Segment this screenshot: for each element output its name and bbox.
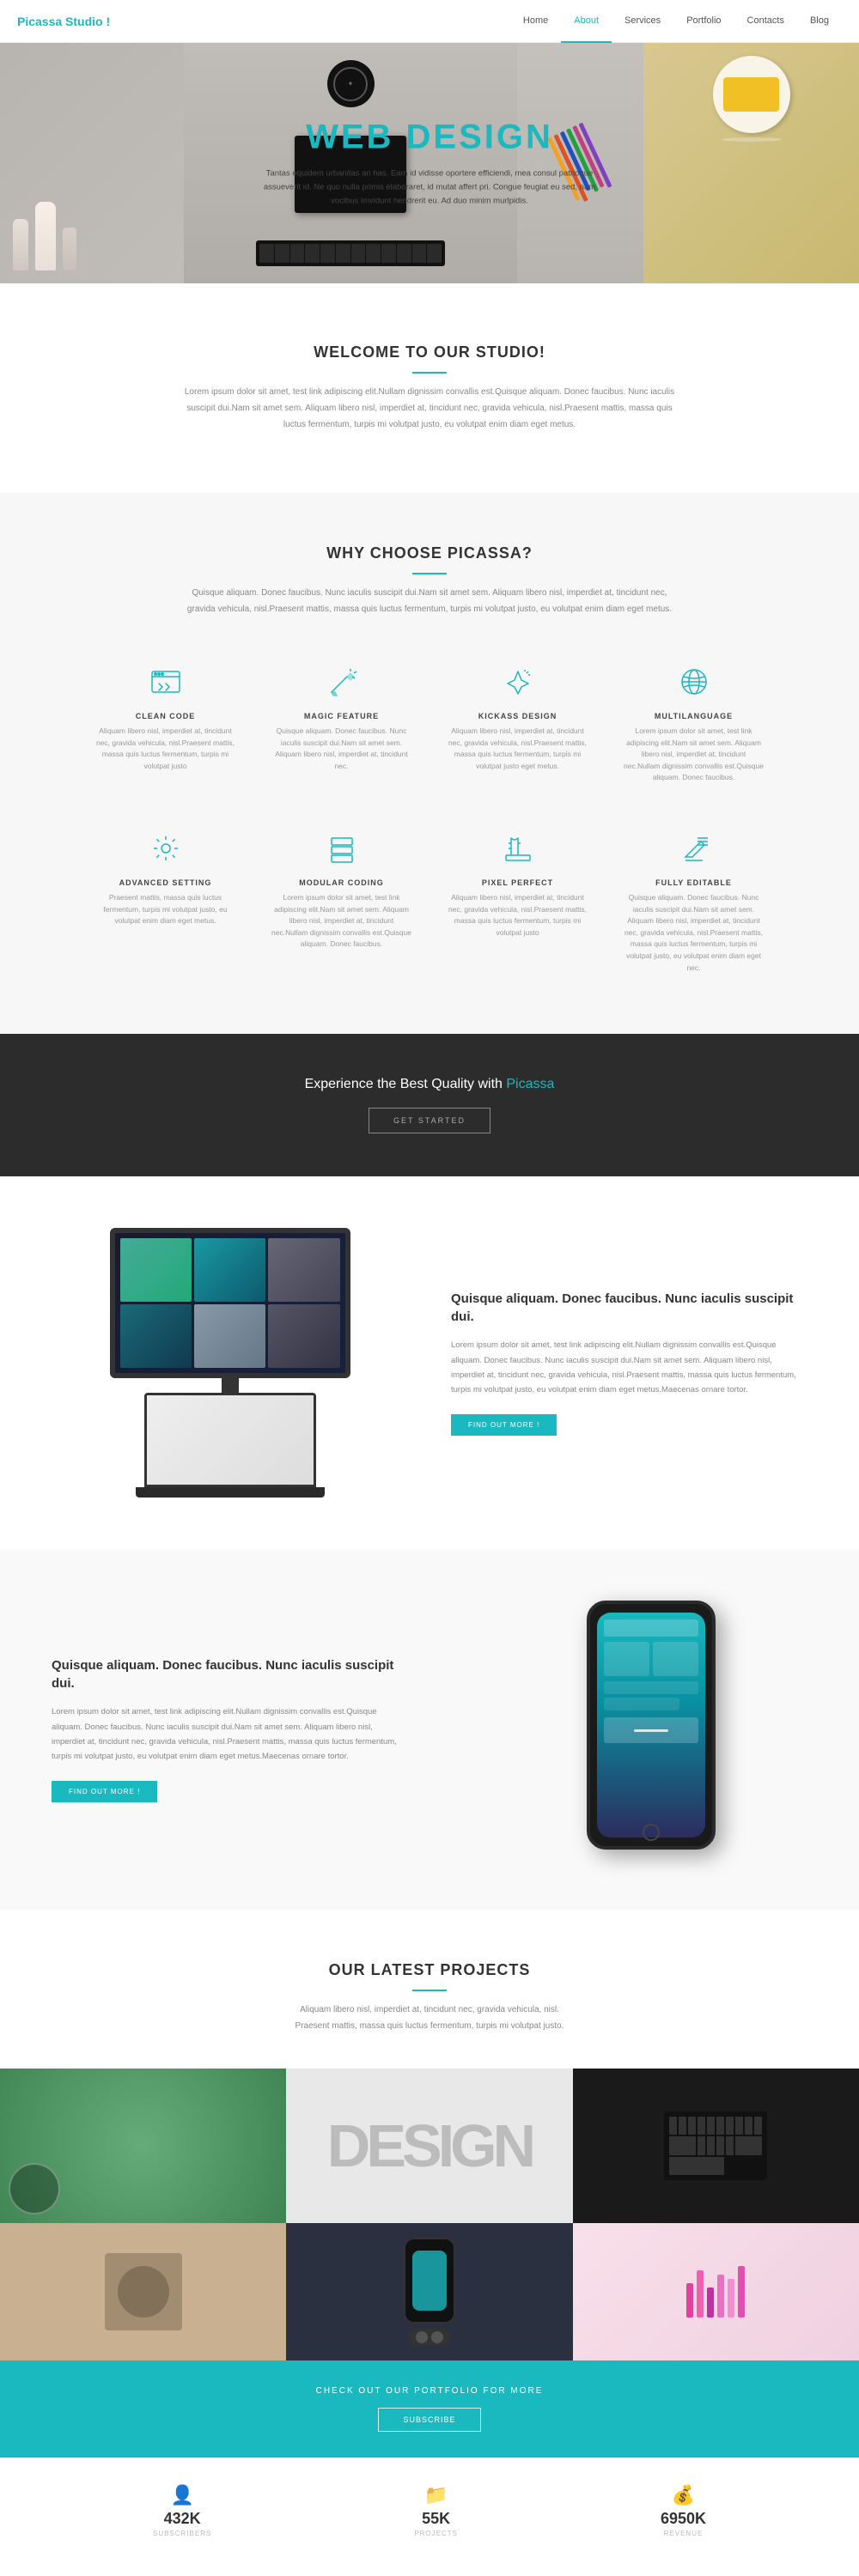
projects-title: OUR LATEST PROJECTS — [86, 1961, 773, 1979]
get-started-button[interactable]: GET STARTED — [369, 1108, 490, 1133]
feature-advanced: ADVANCED SETTING Praesent mattis, massa … — [86, 818, 245, 982]
feature-editable: FULLY EDITABLE Quisque aliquam. Donec fa… — [614, 818, 773, 982]
stat-number-3: 6950K — [661, 2510, 706, 2528]
portfolio-cta-section: CHECK OUT OUR PORTFOLIO FOR MORE SUBSCRI… — [0, 2360, 859, 2458]
stat-item-2: 📁 55K PROJECTS — [414, 2484, 458, 2537]
cta-text: Experience the Best Quality with Picassa — [43, 1077, 816, 1092]
stat-item-1: 👤 432K SUBSCRIBERS — [153, 2484, 211, 2537]
nav-link-home[interactable]: Home — [510, 0, 561, 43]
showcase-title-2: Quisque aliquam. Donec faucibus. Nunc ia… — [52, 1656, 408, 1692]
stat-number-2: 55K — [414, 2510, 458, 2528]
nav-link-blog[interactable]: Blog — [797, 0, 842, 43]
projects-subtitle: Aliquam libero nisl, imperdiet at, tinci… — [86, 2002, 773, 2034]
showcase-image-1 — [52, 1228, 408, 1498]
stat-label-3: REVENUE — [661, 2530, 706, 2537]
showcase-text-1: Lorem ipsum dolor sit amet, test link ad… — [451, 1338, 807, 1396]
hero-desc: Tantas equidem urbanitas an has. Eam id … — [249, 167, 610, 208]
showcase-content-1: Quisque aliquam. Donec faucibus. Nunc ia… — [451, 1290, 807, 1435]
feature-kickass: KICKASS DESIGN Aliquam libero nisl, impe… — [438, 652, 597, 793]
project-item-2[interactable]: DESIGN — [286, 2069, 572, 2223]
feature-multi: MULTILANGUAGE Lorem ipsum dolor sit amet… — [614, 652, 773, 793]
feature-title: KICKASS DESIGN — [447, 712, 588, 720]
find-out-more-1-button[interactable]: FIND OUT MORE ! — [451, 1414, 557, 1436]
feature-desc: Aliquam libero nisl, imperdiet at, tinci… — [94, 726, 236, 772]
nav-link-portfolio[interactable]: Portfolio — [673, 0, 734, 43]
project-item-3[interactable] — [573, 2069, 859, 2223]
feature-desc: Quisque aliquam. Donec faucibus. Nunc ia… — [271, 726, 412, 772]
feature-modular: MODULAR CODING Lorem ipsum dolor sit ame… — [262, 818, 421, 982]
feature-title: CLEAN CODE — [94, 712, 236, 720]
projects-grid: DESIGN — [0, 2069, 859, 2360]
find-out-more-2-button[interactable]: FIND OUT MORE ! — [52, 1781, 157, 1802]
project-item-6[interactable] — [573, 2223, 859, 2360]
why-title: WHY CHOOSE PICASSA? — [86, 544, 773, 562]
stats-section: 👤 432K SUBSCRIBERS 📁 55K PROJECTS 💰 6950… — [0, 2458, 859, 2563]
why-section: WHY CHOOSE PICASSA? Quisque aliquam. Don… — [0, 493, 859, 1034]
portfolio-cta-text: CHECK OUT OUR PORTFOLIO FOR MORE — [26, 2386, 833, 2396]
stat-item-3: 💰 6950K REVENUE — [661, 2484, 706, 2537]
feature-title: MODULAR CODING — [271, 878, 412, 887]
hero-text-overlay: WEB DESIGN Tantas equidem urbanitas an h… — [249, 118, 610, 208]
showcase-text-2: Lorem ipsum dolor sit amet, test link ad… — [52, 1704, 408, 1763]
features-row-2: ADVANCED SETTING Praesent mattis, massa … — [86, 818, 773, 982]
nav-links: Home About Services Portfolio Contacts B… — [510, 0, 842, 43]
showcase-section-1: Quisque aliquam. Donec faucibus. Nunc ia… — [0, 1176, 859, 1549]
project-item-5[interactable] — [286, 2223, 572, 2360]
feature-desc: Lorem ipsum dolor sit amet, test link ad… — [271, 892, 412, 951]
feature-desc: Praesent mattis, massa quis luctus ferme… — [94, 892, 236, 927]
nav-link-about[interactable]: About — [561, 0, 612, 43]
feature-desc: Aliquam libero nisl, imperdiet at, tinci… — [447, 726, 588, 772]
feature-title: ADVANCED SETTING — [94, 878, 236, 887]
hero-title: WEB DESIGN — [249, 118, 610, 156]
stat-icon-3: 💰 — [661, 2484, 706, 2506]
feature-title: PIXEL PERFECT — [447, 878, 588, 887]
stat-label-2: PROJECTS — [414, 2530, 458, 2537]
welcome-title: WELCOME TO OUR STUDIO! — [103, 343, 756, 361]
feature-clean-code: CLEAN CODE Aliquam libero nisl, imperdie… — [86, 652, 245, 793]
stat-number-1: 432K — [153, 2510, 211, 2528]
nav-link-contacts[interactable]: Contacts — [734, 0, 797, 43]
hero-section: ✦ — [0, 43, 859, 283]
stat-label-1: SUBSCRIBERS — [153, 2530, 211, 2537]
projects-section: OUR LATEST PROJECTS Aliquam libero nisl,… — [0, 1910, 859, 2458]
nav-link-services[interactable]: Services — [612, 0, 673, 43]
showcase-content-2: Quisque aliquam. Donec faucibus. Nunc ia… — [52, 1656, 408, 1801]
stat-icon-1: 👤 — [153, 2484, 211, 2506]
why-text: Quisque aliquam. Donec faucibus. Nunc ia… — [180, 585, 679, 617]
welcome-section: WELCOME TO OUR STUDIO! Lorem ipsum dolor… — [0, 283, 859, 493]
cta-dark-section: Experience the Best Quality with Picassa… — [0, 1034, 859, 1176]
feature-pixel: PIXEL PERFECT Aliquam libero nisl, imper… — [438, 818, 597, 982]
navbar: Picassa Studio ! Home About Services Por… — [0, 0, 859, 43]
showcase-title-1: Quisque aliquam. Donec faucibus. Nunc ia… — [451, 1290, 807, 1326]
feature-title: MULTILANGUAGE — [623, 712, 765, 720]
features-row-1: CLEAN CODE Aliquam libero nisl, imperdie… — [86, 652, 773, 793]
showcase-image-2 — [451, 1601, 807, 1858]
welcome-text: Lorem ipsum dolor sit amet, test link ad… — [180, 384, 679, 433]
project-item-4[interactable] — [0, 2223, 286, 2360]
feature-desc: Quisque aliquam. Donec faucibus. Nunc ia… — [623, 892, 765, 974]
feature-desc: Aliquam libero nisl, imperdiet at, tinci… — [447, 892, 588, 939]
feature-title: FULLY EDITABLE — [623, 878, 765, 887]
feature-desc: Lorem ipsum dolor sit amet, test link ad… — [623, 726, 765, 784]
showcase-section-2: Quisque aliquam. Donec faucibus. Nunc ia… — [0, 1549, 859, 1910]
nav-logo[interactable]: Picassa Studio ! — [17, 15, 110, 28]
feature-title: MAGIC FEATURE — [271, 712, 412, 720]
feature-magic: MAGIC FEATURE Quisque aliquam. Donec fau… — [262, 652, 421, 793]
subscribe-button[interactable]: SUBSCRIBE — [378, 2408, 480, 2432]
stat-icon-2: 📁 — [414, 2484, 458, 2506]
project-item-1[interactable] — [0, 2069, 286, 2223]
